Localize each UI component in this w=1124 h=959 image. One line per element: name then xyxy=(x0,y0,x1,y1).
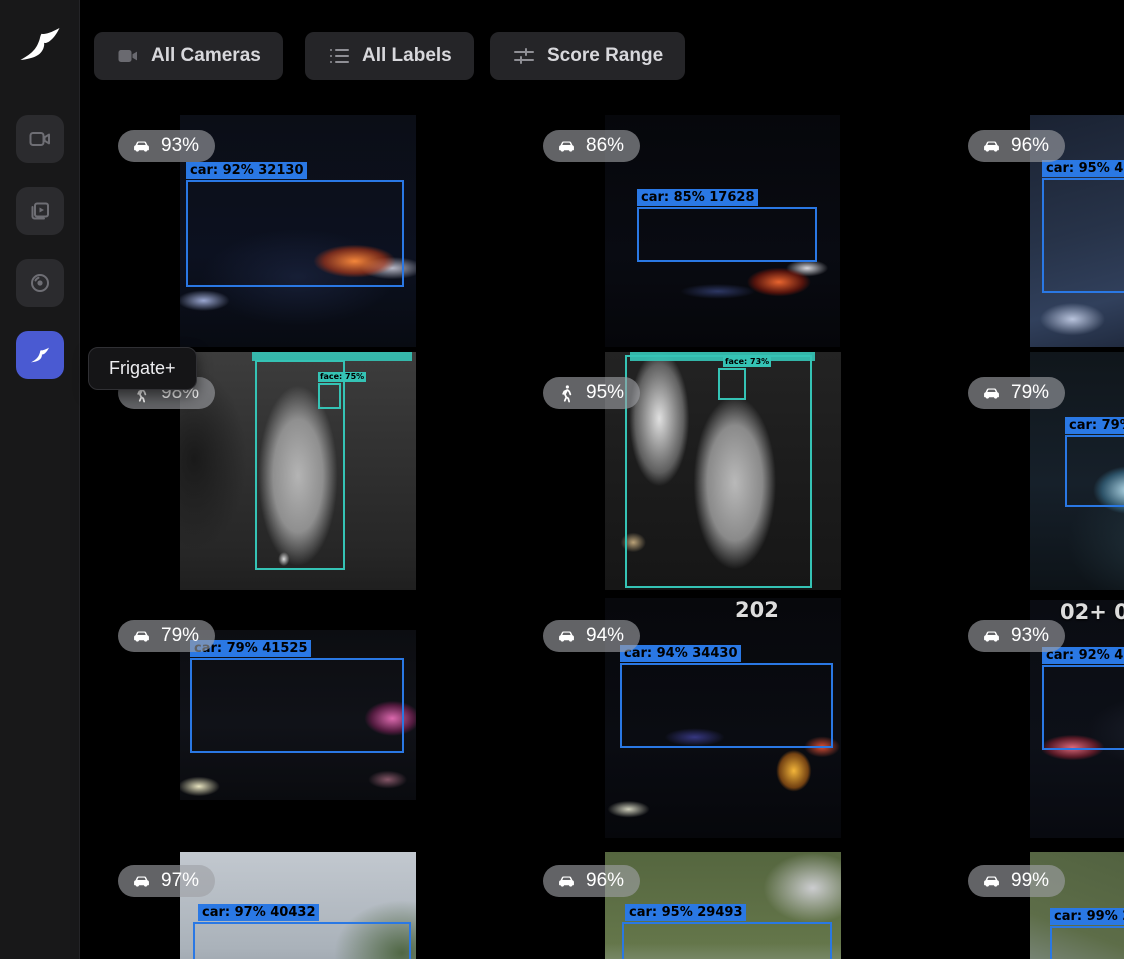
filter-label: All Cameras xyxy=(151,45,261,67)
car-icon xyxy=(131,136,152,157)
app-root: Frigate+ All Cameras All Labels Score Rang… xyxy=(0,0,1124,959)
bounding-box xyxy=(1065,435,1124,507)
car-icon xyxy=(556,136,577,157)
detection-cell[interactable]: 86% car: 85% 17628 xyxy=(535,110,960,352)
sidebar-item-export[interactable] xyxy=(16,259,64,307)
score-label: 96% xyxy=(1011,135,1049,157)
score-badge: 95% xyxy=(543,377,640,409)
clipped-box-label xyxy=(252,352,412,361)
car-icon xyxy=(981,383,1002,404)
bounding-box xyxy=(193,922,411,959)
detection-snapshot: face: 75% xyxy=(180,352,416,590)
filter-score-button[interactable]: Score Range xyxy=(490,32,685,80)
detection-cell[interactable]: 93% car: 92% 32130 xyxy=(110,110,535,352)
filter-label: All Labels xyxy=(362,45,452,67)
bounding-box-label: car: 92% 32130 xyxy=(186,162,307,179)
bounding-box xyxy=(1042,665,1124,750)
score-label: 79% xyxy=(161,625,199,647)
detection-cell[interactable]: 99% car: 99% 25 xyxy=(960,850,1124,959)
detection-cell[interactable]: 94% car: 94% 34430 202 xyxy=(535,595,960,837)
camera-timestamp-fragment: 02+ 05 xyxy=(1060,600,1124,624)
score-label: 95% xyxy=(586,382,624,404)
person-icon xyxy=(556,383,577,404)
bounding-box-label: car: 94% 34430 xyxy=(620,645,741,662)
score-badge: 99% xyxy=(968,865,1065,897)
record-icon xyxy=(28,271,52,295)
sidebar-item-review[interactable] xyxy=(16,187,64,235)
detection-snapshot: face: 73% xyxy=(605,352,841,590)
list-icon xyxy=(327,44,351,68)
filter-label: Score Range xyxy=(547,45,663,67)
score-badge: 97% xyxy=(118,865,215,897)
score-label: 96% xyxy=(586,870,624,892)
bounding-box-label: car: 95% 29493 xyxy=(625,904,746,921)
camera-icon xyxy=(116,44,140,68)
score-label: 79% xyxy=(1011,382,1049,404)
score-label: 86% xyxy=(586,135,624,157)
bounding-box-label: car: 97% 40432 xyxy=(198,904,319,921)
car-icon xyxy=(981,871,1002,892)
detection-cell[interactable]: 93% car: 92% 421602+ 05 xyxy=(960,595,1124,837)
camera-icon xyxy=(28,127,52,151)
car-icon xyxy=(981,136,1002,157)
detection-cell[interactable]: 96% car: 95% 45260 xyxy=(960,110,1124,352)
detection-cell[interactable]: 79% car: 79% xyxy=(960,352,1124,594)
score-label: 93% xyxy=(1011,625,1049,647)
car-icon xyxy=(556,871,577,892)
car-icon xyxy=(131,626,152,647)
bounding-box xyxy=(1042,178,1124,293)
car-icon xyxy=(556,626,577,647)
bounding-box-label: car: 95% 45260 xyxy=(1042,160,1124,177)
frigate-plus-tooltip: Frigate+ xyxy=(88,347,197,390)
frigate-logo-icon xyxy=(14,18,66,70)
face-bounding-box xyxy=(718,368,746,400)
score-badge: 79% xyxy=(118,620,215,652)
score-label: 97% xyxy=(161,870,199,892)
camera-timestamp-fragment: 202 xyxy=(735,598,779,622)
bird-icon xyxy=(28,343,52,367)
bounding-box-label: car: 79% xyxy=(1065,417,1124,434)
score-badge: 96% xyxy=(543,865,640,897)
detection-snapshot: car: 97% 40432 xyxy=(180,852,416,959)
score-label: 99% xyxy=(1011,870,1049,892)
bounding-box xyxy=(186,180,404,287)
car-icon xyxy=(131,871,152,892)
sidebar xyxy=(0,0,80,959)
bounding-box xyxy=(622,922,832,959)
detection-snapshot: car: 85% 17628 xyxy=(605,115,840,347)
bounding-box xyxy=(620,663,833,748)
detection-snapshot: car: 79% 41525 xyxy=(180,630,416,800)
score-badge: 79% xyxy=(968,377,1065,409)
bounding-box-label: car: 85% 17628 xyxy=(637,189,758,206)
face-bounding-box xyxy=(318,383,341,409)
bounding-box xyxy=(1050,926,1124,959)
detection-snapshot: car: 94% 34430 202 xyxy=(605,598,841,838)
face-box-label: face: 73% xyxy=(723,357,771,367)
detection-snapshot: car: 95% 29493 xyxy=(605,852,841,959)
sliders-icon xyxy=(512,44,536,68)
score-badge: 93% xyxy=(118,130,215,162)
detection-cell[interactable]: 97% car: 97% 40432 xyxy=(110,850,535,959)
score-badge: 86% xyxy=(543,130,640,162)
filter-cameras-button[interactable]: All Cameras xyxy=(94,32,283,80)
score-badge: 96% xyxy=(968,130,1065,162)
bounding-box xyxy=(190,658,404,753)
detection-snapshot: car: 92% 32130 xyxy=(180,115,416,347)
sidebar-item-frigate-plus[interactable] xyxy=(16,331,64,379)
score-label: 94% xyxy=(586,625,624,647)
sidebar-item-live[interactable] xyxy=(16,115,64,163)
bounding-box-label: car: 99% 25 xyxy=(1050,908,1124,925)
detection-cell[interactable]: 79% car: 79% 41525 xyxy=(110,595,535,837)
score-badge: 93% xyxy=(968,620,1065,652)
bounding-box xyxy=(637,207,817,262)
review-icon xyxy=(28,199,52,223)
car-icon xyxy=(981,626,1002,647)
filter-labels-button[interactable]: All Labels xyxy=(305,32,474,80)
face-box-label: face: 75% xyxy=(318,372,366,382)
detection-cell[interactable]: 95% face: 73% xyxy=(535,352,960,594)
detection-cell[interactable]: 96% car: 95% 29493 xyxy=(535,850,960,959)
score-badge: 94% xyxy=(543,620,640,652)
score-label: 93% xyxy=(161,135,199,157)
